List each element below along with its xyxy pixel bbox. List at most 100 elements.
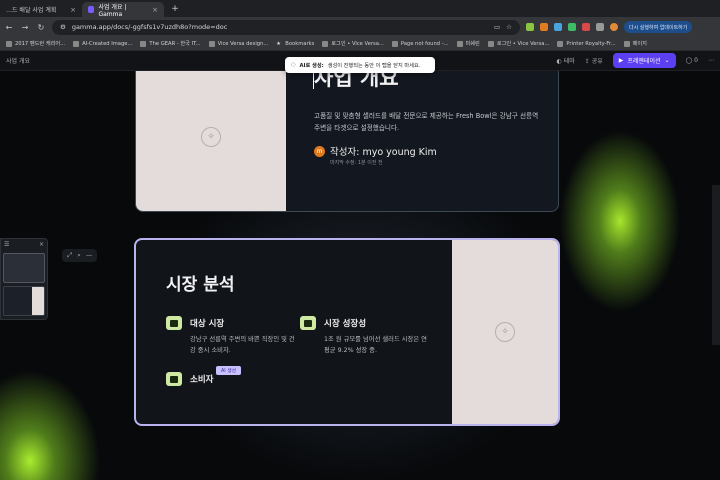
search-icon[interactable]: ⌕ [77, 251, 81, 260]
address-bar[interactable]: ⚙ gamma.app/docs/-ggfsfs1v7uzdh8o?mode=d… [52, 19, 520, 35]
feature-icon [166, 372, 182, 386]
bookmark-label: 로그인 • Vice Versa... [496, 41, 550, 47]
bookmark-item[interactable]: Vice Versa design... [208, 40, 269, 47]
profile-avatar-icon[interactable] [610, 23, 618, 31]
minus-icon[interactable]: — [86, 251, 93, 260]
share-label: 공유 [591, 58, 603, 65]
card-heading[interactable]: 시장 분석 [166, 270, 452, 295]
slide-thumbnails-panel: ☰ × [0, 238, 48, 320]
bookmark-item[interactable]: 로그인 • Vice Versa... [322, 40, 384, 47]
cast-icon[interactable]: ▭ [494, 23, 500, 31]
toast-message: 생성이 진행되는 동안 이 탭을 닫지 마세요. [327, 62, 421, 69]
bookmark-item[interactable]: 2017 펜드런 캐리어... [6, 40, 65, 47]
feature-item[interactable]: 대상 시장 강남구 선릉역 주변의 바쁜 직장인 및 건강 중시 소비자. [166, 316, 296, 356]
bookmark-favicon-icon [140, 40, 147, 47]
feature-item[interactable]: 시장 성장성 1조 원 규모를 넘어선 샐러드 시장은 연평균 9.2% 성장 … [300, 316, 430, 356]
update-button[interactable]: 다시 실행하여 업데이트하기 [624, 21, 693, 33]
bookmark-item[interactable]: 로그인 • Vice Versa... [487, 40, 550, 47]
spinner-icon: ◌ [291, 62, 296, 68]
share-icon: ⇪ [584, 58, 590, 65]
slide-thumbnail[interactable] [3, 253, 45, 283]
bookmark-label: 미쉐린 [465, 41, 480, 47]
extension-icon[interactable] [568, 23, 576, 31]
browser-tab-active[interactable]: 사업 개요 | Gamma × [82, 2, 164, 18]
right-toolbar-edge[interactable] [712, 185, 720, 345]
card-content: 사업 개요 고품질 및 맞춤형 샐러드를 배달 전문으로 제공하는 Fresh … [286, 71, 558, 211]
text-cursor [313, 71, 314, 89]
bookmark-item[interactable]: Printer Royalty-Fr... [557, 40, 616, 47]
bookmark-favicon-icon [6, 40, 12, 47]
tab-label: …드 배달 사업 계획 [6, 7, 57, 14]
extension-icon[interactable] [596, 23, 604, 31]
slide-thumbnail[interactable] [3, 286, 45, 316]
panel-menu-icon[interactable]: ☰ [4, 241, 9, 248]
sparkle-icon: ✧ [495, 322, 515, 342]
bookmark-item[interactable]: 페이지 [623, 40, 647, 47]
bookmark-favicon-icon [456, 40, 463, 47]
generating-toast: ◌ AI로 생성: 생성이 진행되는 동안 이 탭을 닫지 마세요. [285, 57, 435, 73]
comment-icon: ◯ [685, 57, 693, 64]
comments-button[interactable]: ◯ 0 [686, 57, 698, 64]
bookmark-favicon-icon [391, 40, 398, 47]
theme-label: 테마 [563, 58, 575, 65]
card-description[interactable]: 고품질 및 맞춤형 샐러드를 배달 전문으로 제공하는 Fresh Bowl은 … [314, 110, 544, 134]
tab-label: 사업 개요 | Gamma [98, 3, 127, 18]
browser-tab-strip: …드 배달 사업 계획 × 사업 개요 | Gamma × + [0, 0, 720, 18]
comment-count: 0 [694, 57, 698, 64]
close-icon[interactable]: × [70, 6, 76, 14]
bookmark-label: Page not found -... [400, 40, 449, 47]
bookmark-item[interactable]: The GEAR - 한국 IT... [140, 40, 201, 47]
chevron-down-icon[interactable]: ⌄ [665, 57, 670, 64]
share-button[interactable]: ⇪ 공유 [585, 56, 603, 65]
palette-icon: ◐ [556, 58, 562, 65]
feature-icon [300, 316, 316, 330]
document-canvas: ✧ 사업 개요 고품질 및 맞춤형 샐러드를 배달 전문으로 제공하는 Fres… [0, 71, 720, 480]
fit-icon[interactable]: ⤢ [67, 251, 72, 260]
new-tab-icon[interactable]: + [168, 2, 182, 16]
feature-title: 소비자 [190, 375, 214, 385]
bookmark-item[interactable]: Page not found -... [391, 40, 449, 47]
bookmark-item[interactable]: AI-Created Image... [73, 40, 133, 47]
extension-icon[interactable] [540, 23, 548, 31]
bookmark-item[interactable]: 미쉐린 [456, 40, 480, 47]
bookmark-star-icon[interactable]: ☆ [506, 23, 512, 31]
browser-tab[interactable]: …드 배달 사업 계획 × [0, 2, 82, 17]
close-icon[interactable]: × [39, 241, 44, 248]
bookmark-favicon-icon [623, 40, 630, 47]
back-icon[interactable]: ← [4, 23, 14, 32]
close-icon[interactable]: × [152, 6, 158, 14]
bookmark-favicon-icon [557, 40, 564, 47]
bookmark-label: The GEAR - 한국 IT... [149, 41, 201, 47]
ai-generating-tag: AI 생성 [216, 366, 242, 375]
bookmark-label: 로그인 • Vice Versa... [331, 41, 384, 47]
feature-icon [166, 316, 182, 330]
address-toolbar: ← → ↻ ⚙ gamma.app/docs/-ggfsfs1v7uzdh8o?… [0, 17, 720, 37]
card-heading[interactable]: 사업 개요 [314, 71, 544, 92]
slide-card-market[interactable]: 시장 분석 대상 시장 강남구 선릉역 주변의 바쁜 직장인 및 건강 중시 소… [134, 238, 560, 426]
image-placeholder[interactable]: ✧ [136, 71, 286, 211]
bookmark-label: AI-Created Image... [82, 40, 133, 47]
forward-icon[interactable]: → [20, 23, 30, 32]
last-edited: 마지막 수정: 1분 이전 전 [330, 160, 383, 166]
extension-icon[interactable] [582, 23, 590, 31]
feature-desc: 1조 원 규모를 넘어선 샐러드 시장은 연평균 9.2% 성장 중. [324, 336, 427, 354]
present-button[interactable]: ▶ 프레젠테이션 ⌄ [612, 53, 676, 68]
bookmark-favicon-icon [73, 40, 80, 47]
doc-title[interactable]: 사업 개요 [6, 56, 30, 65]
extension-icon[interactable] [554, 23, 562, 31]
theme-button[interactable]: ◐ 테마 [557, 56, 575, 65]
more-menu-icon[interactable]: ⋯ [708, 57, 714, 64]
zoom-controls: ⤢ ⌕ — [62, 249, 98, 262]
card-content: 시장 분석 대상 시장 강남구 선릉역 주변의 바쁜 직장인 및 건강 중시 소… [136, 240, 452, 424]
author-row: m 작성자: myo young Kim [314, 144, 544, 158]
url-text: gamma.app/docs/-ggfsfs1v7uzdh8o?mode=doc [71, 23, 228, 31]
bookmark-item[interactable]: ★ Bookmarks [276, 41, 314, 47]
site-info-icon[interactable]: ⚙ [60, 23, 66, 31]
reload-icon[interactable]: ↻ [36, 23, 46, 32]
bookmark-label: Vice Versa design... [217, 40, 269, 47]
feature-title: 시장 성장성 [324, 319, 367, 329]
slide-card-overview[interactable]: ✧ 사업 개요 고품질 및 맞춤형 샐러드를 배달 전문으로 제공하는 Fres… [135, 71, 559, 212]
extension-icon[interactable] [526, 23, 534, 31]
bookmark-favicon-icon [322, 40, 329, 47]
image-placeholder[interactable]: ✧ [452, 240, 558, 424]
